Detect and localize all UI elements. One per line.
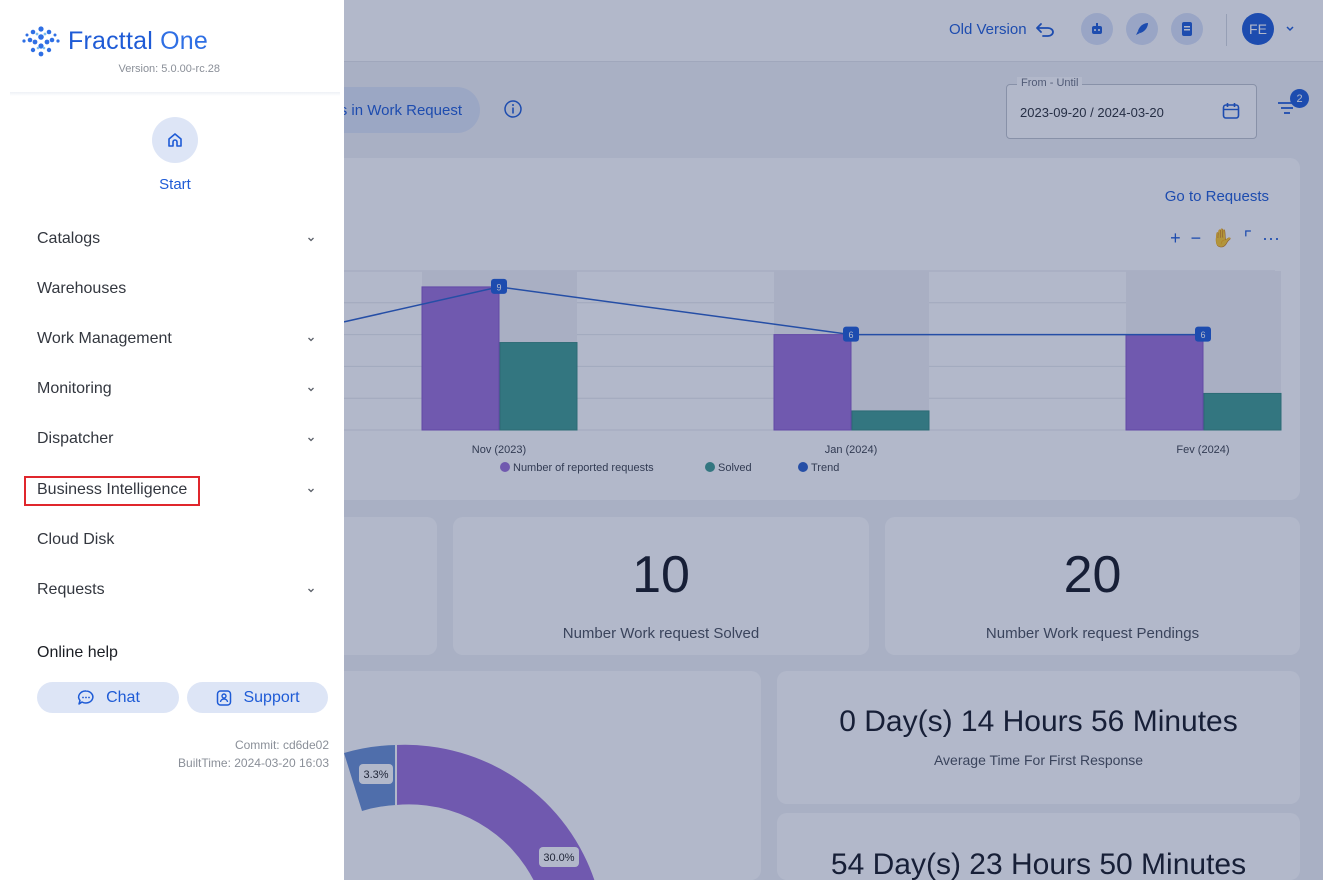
sidebar-item-warehouses[interactable]: Warehouses bbox=[37, 276, 317, 302]
sidebar-item-label: Requests bbox=[37, 581, 105, 598]
support-label: Support bbox=[243, 688, 300, 706]
brand-name: Fracttal One bbox=[68, 26, 208, 55]
chevron-down-icon bbox=[308, 588, 314, 593]
chevron-down-icon bbox=[308, 488, 314, 493]
sidebar-item-label: Dispatcher bbox=[37, 430, 114, 447]
support-agent-icon bbox=[217, 689, 232, 706]
sidebar-item-label: Cloud Disk bbox=[37, 531, 115, 548]
sidebar-item-requests[interactable]: Requests bbox=[37, 577, 317, 603]
navigation-drawer: Fracttal One Version: 5.0.00-rc.28 Start… bbox=[0, 0, 344, 880]
commit-hash: Commit: cd6de02 bbox=[234, 738, 329, 752]
chat-label: Chat bbox=[106, 688, 140, 706]
chevron-down-icon bbox=[308, 237, 314, 242]
chevron-down-icon bbox=[308, 387, 314, 392]
chat-bubble-icon bbox=[78, 689, 94, 705]
sidebar-item-work-management[interactable]: Work Management bbox=[37, 326, 317, 352]
support-button[interactable]: Support bbox=[187, 682, 328, 713]
chevron-down-icon bbox=[308, 337, 314, 342]
chevron-down-icon bbox=[308, 437, 314, 442]
brand-logo: Fracttal One bbox=[22, 24, 208, 58]
sidebar-item-label: Work Management bbox=[37, 330, 172, 347]
sidebar-item-cloud-disk[interactable]: Cloud Disk bbox=[37, 527, 317, 553]
sidebar-item-label: Monitoring bbox=[37, 380, 112, 397]
sidebar-item-monitoring[interactable]: Monitoring bbox=[37, 376, 317, 402]
sidebar-item-label: Business Intelligence bbox=[37, 481, 188, 498]
sidebar-item-business-intelligence[interactable]: Business Intelligence bbox=[37, 477, 317, 503]
app-version: Version: 5.0.00-rc.28 bbox=[118, 63, 220, 75]
header-divider bbox=[10, 92, 340, 96]
sidebar-item-catalogs[interactable]: Catalogs bbox=[37, 226, 317, 252]
sidebar-item-label: Catalogs bbox=[37, 230, 101, 247]
home-button[interactable] bbox=[152, 117, 198, 163]
sidebar-item-label: Warehouses bbox=[37, 280, 127, 297]
fracttal-logo-icon bbox=[22, 26, 60, 57]
sidebar-item-dispatcher[interactable]: Dispatcher bbox=[37, 426, 317, 452]
build-time: BuiltTime: 2024-03-20 16:03 bbox=[178, 756, 329, 770]
start-label[interactable]: Start bbox=[0, 176, 350, 193]
online-help-heading: Online help bbox=[37, 644, 118, 661]
home-icon bbox=[168, 133, 182, 147]
chat-button[interactable]: Chat bbox=[37, 682, 179, 713]
